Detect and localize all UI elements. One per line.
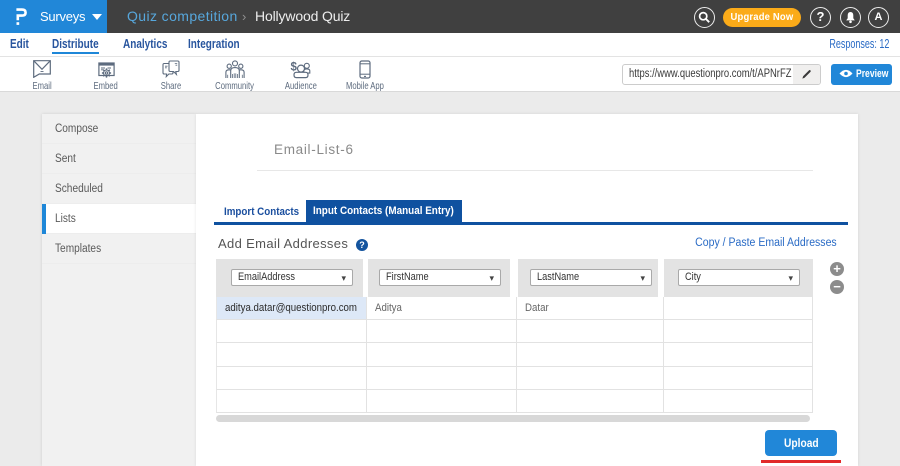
- svg-text:$: $: [291, 62, 298, 74]
